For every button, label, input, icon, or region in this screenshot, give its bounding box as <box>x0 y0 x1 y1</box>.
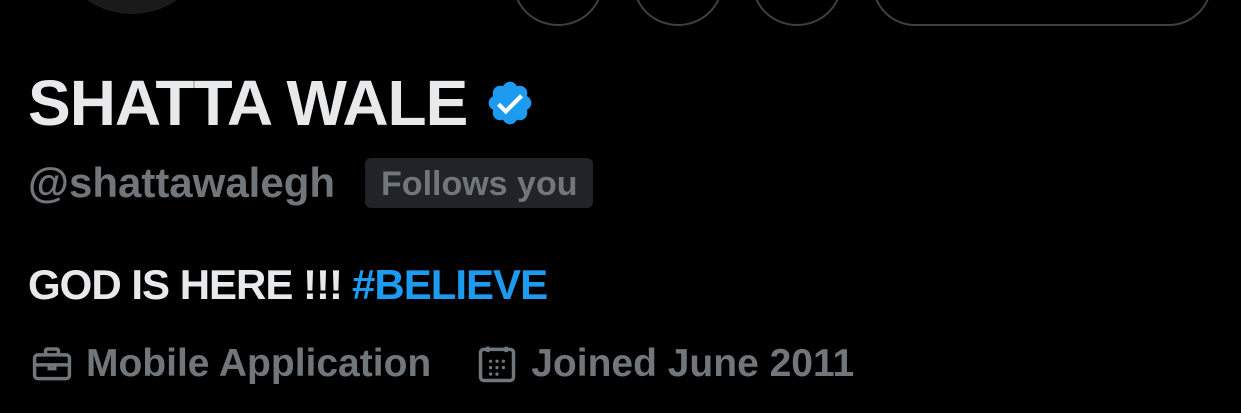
profile-meta: Mobile Application Joined June 2011 <box>30 338 898 390</box>
avatar[interactable] <box>48 0 216 18</box>
calendar-icon <box>478 346 516 383</box>
more-button[interactable] <box>513 0 603 26</box>
follows-you-badge: Follows you <box>365 158 594 208</box>
bio-hashtag-link[interactable]: #BELIEVE <box>352 261 548 308</box>
profile-bio: GOD IS HERE !!! #BELIEVE <box>28 260 548 310</box>
handle-row: @shattawalegh Follows you <box>28 156 594 210</box>
message-button[interactable] <box>633 0 723 26</box>
follow-button[interactable] <box>872 0 1212 26</box>
category-label: Mobile Application <box>86 342 432 385</box>
briefcase-icon <box>32 347 72 381</box>
category-item: Mobile Application <box>30 338 431 390</box>
profile-header: SHATTA WALE @shattawalegh Follows you GO… <box>0 0 1241 413</box>
joined-label: Joined June 2011 <box>531 342 855 385</box>
bio-text: GOD IS HERE !!! <box>28 261 343 308</box>
name-row: SHATTA WALE <box>28 68 535 138</box>
profile-name: SHATTA WALE <box>28 67 468 139</box>
verified-badge-icon[interactable] <box>485 78 535 128</box>
notifications-button[interactable] <box>752 0 842 26</box>
profile-handle: @shattawalegh <box>28 159 336 206</box>
joined-item: Joined June 2011 <box>475 338 854 390</box>
